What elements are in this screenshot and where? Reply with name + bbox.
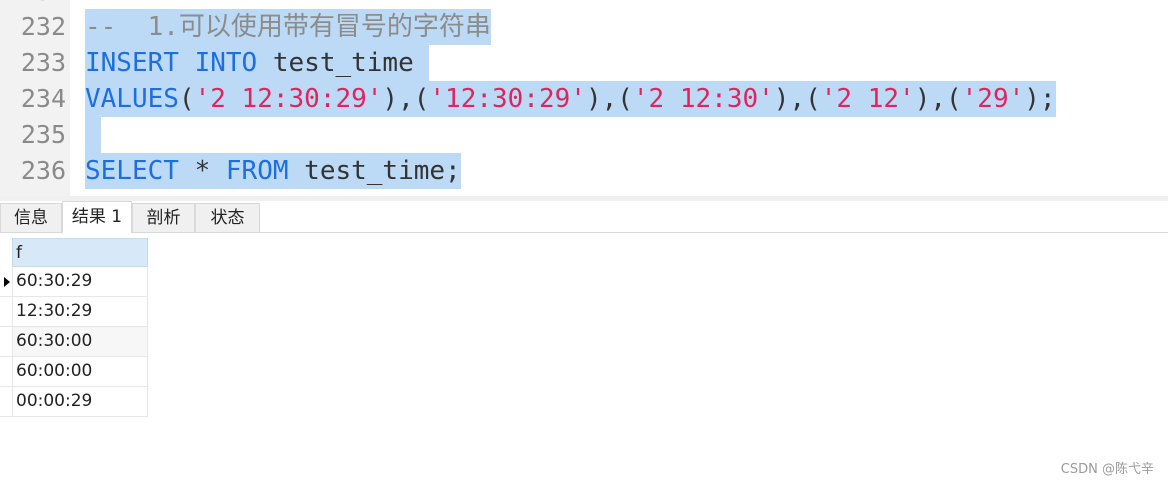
sql-string: '12:30:29' bbox=[429, 84, 586, 114]
sql-keyword: VALUES bbox=[85, 84, 179, 114]
column-header-f[interactable]: f bbox=[12, 238, 148, 267]
tab-result-1[interactable]: 结果 1 bbox=[62, 201, 132, 233]
sql-string: '29' bbox=[961, 84, 1025, 114]
row-selector[interactable] bbox=[0, 327, 12, 357]
sql-string: '2 12:30' bbox=[632, 84, 774, 114]
table-row[interactable]: 60:30:29 bbox=[12, 267, 148, 297]
table-row[interactable]: 60:00:00 bbox=[12, 357, 148, 387]
sql-statement: VALUES('2 12:30:29'),('12:30:29'),('2 12… bbox=[85, 81, 1056, 117]
sql-identifier: test_time; bbox=[288, 156, 461, 186]
result-tab-bar: 信息 结果 1 剖析 状态 bbox=[0, 201, 1168, 233]
watermark: CSDN @陈弋辛 bbox=[1060, 462, 1154, 477]
line-number: 235 bbox=[20, 120, 66, 149]
code-line-234[interactable]: 234 VALUES('2 12:30:29'),('12:30:29'),('… bbox=[0, 81, 1168, 117]
row-selector[interactable] bbox=[0, 297, 12, 327]
code-line-236[interactable]: 236 SELECT * FROM test_time; bbox=[0, 153, 1168, 189]
tab-info[interactable]: 信息 bbox=[0, 203, 62, 232]
sql-editor[interactable]: 231 232 -- 1.可以使用带有冒号的字符串 233 INSERT INT… bbox=[0, 0, 1168, 196]
sql-punct: ),( bbox=[914, 84, 962, 114]
sql-punct: ),( bbox=[773, 84, 821, 114]
sql-string: '2 12:30:29' bbox=[194, 84, 383, 114]
table-row[interactable]: 00:00:29 bbox=[12, 387, 148, 417]
line-number: 233 bbox=[20, 48, 66, 77]
sql-keyword: SELECT bbox=[85, 156, 179, 186]
sql-keyword: INSERT bbox=[85, 48, 179, 78]
sql-operator: * bbox=[178, 156, 226, 186]
table-row[interactable]: 12:30:29 bbox=[12, 297, 148, 327]
sql-comment: -- 1.可以使用带有冒号的字符串 bbox=[85, 9, 491, 45]
sql-keyword: FROM bbox=[225, 156, 289, 186]
sql-string: '2 12' bbox=[820, 84, 915, 114]
sql-statement: SELECT * FROM test_time; bbox=[85, 153, 461, 189]
row-selector[interactable] bbox=[0, 357, 12, 387]
selection-highlight bbox=[85, 117, 101, 153]
code-line-233[interactable]: 233 INSERT INTO test_time bbox=[0, 45, 1168, 81]
code-line-232[interactable]: 232 -- 1.可以使用带有冒号的字符串 bbox=[0, 9, 1168, 45]
line-number: 236 bbox=[20, 156, 66, 185]
sql-punct: ); bbox=[1024, 84, 1056, 114]
table-row[interactable]: 60:30:00 bbox=[12, 327, 148, 357]
row-selector[interactable] bbox=[0, 267, 12, 297]
current-row-arrow-icon bbox=[4, 277, 10, 287]
sql-punct: ),( bbox=[585, 84, 633, 114]
code-line-235[interactable]: 235 bbox=[0, 117, 1168, 153]
line-number: 232 bbox=[20, 12, 66, 41]
sql-keyword: INTO bbox=[194, 48, 258, 78]
tab-status[interactable]: 状态 bbox=[195, 203, 260, 232]
sql-identifier: test_time bbox=[257, 48, 414, 78]
row-selector[interactable] bbox=[0, 387, 12, 417]
sql-statement: INSERT INTO test_time bbox=[85, 45, 430, 81]
sql-punct: ),( bbox=[382, 84, 430, 114]
tab-profile[interactable]: 剖析 bbox=[132, 203, 195, 232]
sql-punct: ( bbox=[178, 84, 195, 114]
line-number: 234 bbox=[20, 84, 66, 113]
